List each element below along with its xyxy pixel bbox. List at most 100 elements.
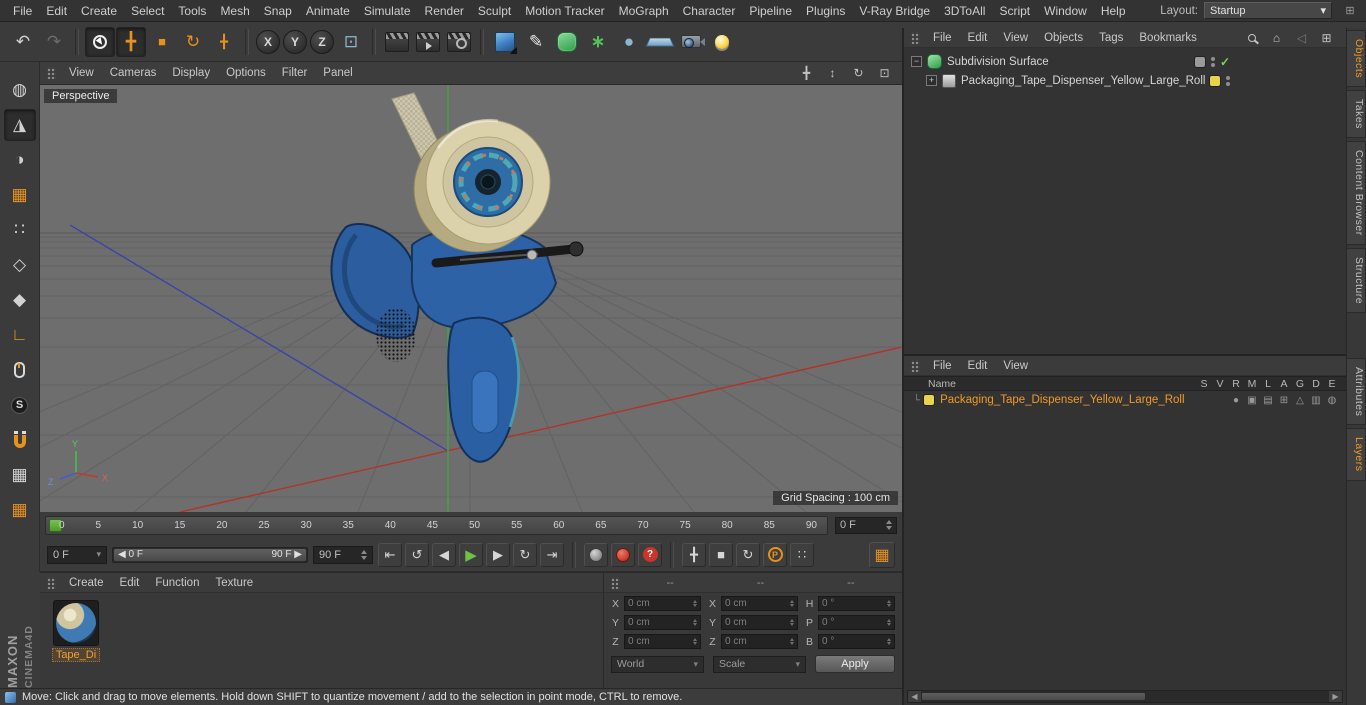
timeline-ruler[interactable]: 0 5 10 15 20 25 30 35 40 45 50 55 60 65 70 75 80 85 90 bbox=[45, 515, 828, 535]
size-field[interactable]: 0 cm bbox=[721, 634, 798, 649]
frame-counter-field[interactable]: 0 F bbox=[835, 516, 897, 534]
stepper-icon[interactable] bbox=[887, 636, 891, 647]
viewport-navigation-button[interactable]: ◍ bbox=[4, 74, 36, 106]
record-scale-button[interactable]: ■ bbox=[709, 542, 733, 567]
points-mode-button[interactable]: ∷ bbox=[4, 214, 36, 246]
workplane-mode-button[interactable]: ▦ bbox=[4, 179, 36, 211]
solo-dot-icon[interactable]: ● bbox=[1228, 395, 1244, 406]
autokeying-button[interactable]: ? bbox=[638, 542, 662, 567]
stepper-icon[interactable] bbox=[790, 617, 794, 628]
object-manager-menu-item[interactable]: Objects bbox=[1036, 30, 1091, 46]
menubar-item[interactable]: Edit bbox=[39, 2, 74, 20]
animation-toggle-icon[interactable]: ▥ bbox=[1308, 395, 1324, 406]
layer-column-header[interactable]: D bbox=[1308, 378, 1324, 390]
menubar-item[interactable]: Tools bbox=[171, 2, 213, 20]
editor-visibility-icon[interactable]: ▣ bbox=[1244, 395, 1260, 406]
menubar-item[interactable]: Sculpt bbox=[471, 2, 518, 20]
stepper-icon[interactable] bbox=[887, 598, 891, 609]
menubar-item[interactable]: Character bbox=[676, 2, 743, 20]
scroll-right-icon[interactable]: ▶ bbox=[1329, 691, 1342, 702]
layer-column-header[interactable]: G bbox=[1292, 378, 1308, 390]
edges-mode-button[interactable]: ◇ bbox=[4, 249, 36, 281]
play-button[interactable]: ▶ bbox=[459, 542, 483, 567]
stepper-icon[interactable] bbox=[693, 636, 697, 647]
menubar-item[interactable]: 3DToAll bbox=[937, 2, 992, 20]
layer-object-label[interactable]: Packaging_Tape_Dispenser_Yellow_Large_Ro… bbox=[940, 394, 1184, 406]
viewport-menu-item[interactable]: Options bbox=[218, 65, 274, 81]
object-manager-menu-item[interactable]: Bookmarks bbox=[1131, 30, 1205, 46]
render-visibility-icon[interactable]: ▤ bbox=[1260, 395, 1276, 406]
display-color-chip[interactable] bbox=[1209, 74, 1221, 87]
material-menu-item[interactable]: Texture bbox=[207, 575, 261, 591]
material-menu-item[interactable]: Function bbox=[147, 575, 207, 591]
object-row-subdivision-surface[interactable]: − Subdivision Surface ✓ bbox=[904, 52, 1346, 71]
object-row-tape-dispenser[interactable]: + Packaging_Tape_Dispenser_Yellow_Large_… bbox=[904, 71, 1346, 90]
stepper-icon[interactable] bbox=[693, 598, 697, 609]
menubar-item[interactable]: File bbox=[6, 2, 39, 20]
lock-toggle-icon[interactable]: △ bbox=[1292, 395, 1308, 406]
rotation-field[interactable]: 0 ° bbox=[818, 634, 895, 649]
keyframe-presets-button[interactable]: ▦ bbox=[869, 541, 895, 568]
current-frame-dropdown[interactable]: 0 F ▾ bbox=[47, 545, 107, 564]
menubar-item[interactable]: Render bbox=[418, 2, 471, 20]
move-tool-button[interactable]: ╋ bbox=[116, 26, 146, 57]
viewport-orbit-button[interactable]: ↻ bbox=[850, 65, 867, 82]
scale-tool-button[interactable]: ■ bbox=[147, 27, 177, 57]
lock-workplane-button[interactable]: ▦ bbox=[4, 459, 36, 491]
object-label[interactable]: Packaging_Tape_Dispenser_Yellow_Large_Ro… bbox=[961, 75, 1205, 87]
om-frame-button[interactable]: ⊞ bbox=[1318, 29, 1335, 46]
panel-grip-icon[interactable] bbox=[47, 67, 56, 79]
add-cloner-button[interactable]: ∗ bbox=[583, 27, 613, 57]
menubar-item[interactable]: Motion Tracker bbox=[518, 2, 611, 20]
add-volume-button[interactable]: ● bbox=[614, 27, 644, 57]
layer-manager-menu-item[interactable]: File bbox=[925, 358, 960, 374]
play-backwards-button[interactable]: ↺ bbox=[405, 542, 429, 567]
render-view-button[interactable] bbox=[382, 27, 412, 57]
panel-grip-icon[interactable] bbox=[611, 576, 620, 589]
layer-column-header[interactable]: R bbox=[1228, 378, 1244, 390]
transform-space-dropdown[interactable]: World ▾ bbox=[611, 655, 704, 673]
horizontal-scrollbar[interactable]: ◀ ▶ bbox=[907, 690, 1343, 703]
layer-column-header[interactable]: V bbox=[1212, 378, 1228, 390]
object-label[interactable]: Subdivision Surface bbox=[947, 56, 1049, 68]
scrollbar-thumb[interactable] bbox=[921, 692, 1146, 701]
manager-visibility-icon[interactable]: ⊞ bbox=[1276, 395, 1292, 406]
lock-x-axis-button[interactable]: X bbox=[256, 29, 280, 54]
menubar-item[interactable]: Animate bbox=[299, 2, 357, 20]
snap-settings-button[interactable]: S bbox=[4, 389, 36, 421]
tab-content-browser[interactable]: Content Browser bbox=[1347, 141, 1366, 245]
viewport-3d-view[interactable]: Y X Z bbox=[40, 85, 902, 512]
stepper-icon[interactable] bbox=[887, 617, 891, 628]
layout-grid-icon[interactable]: ⊞ bbox=[1342, 4, 1358, 17]
position-field[interactable]: 0 cm bbox=[624, 634, 701, 649]
object-manager-menu-item[interactable]: Tags bbox=[1091, 30, 1131, 46]
menubar-item[interactable]: Script bbox=[992, 2, 1037, 20]
menubar-item[interactable]: Help bbox=[1094, 2, 1133, 20]
record-rotation-button[interactable]: ↻ bbox=[736, 542, 760, 567]
tab-objects[interactable]: Objects bbox=[1347, 30, 1366, 88]
layer-column-header[interactable]: M bbox=[1244, 378, 1260, 390]
lock-z-axis-button[interactable]: Z bbox=[310, 29, 334, 54]
layer-column-header[interactable]: L bbox=[1260, 378, 1276, 390]
material-menu-item[interactable]: Create bbox=[61, 575, 112, 591]
record-position-button[interactable]: ╋ bbox=[682, 542, 706, 567]
transform-mode-dropdown[interactable]: Scale ▾ bbox=[713, 655, 806, 673]
next-frame-button[interactable]: ▶ bbox=[486, 542, 510, 567]
material-item[interactable]: Tape_Di bbox=[48, 600, 104, 662]
om-home-button[interactable]: ⌂ bbox=[1268, 29, 1285, 46]
visibility-dots[interactable] bbox=[1226, 75, 1230, 86]
menubar-item[interactable]: Plugins bbox=[799, 2, 852, 20]
menubar-item[interactable]: Pipeline bbox=[742, 2, 799, 20]
layer-row-tape-dispenser[interactable]: └ Packaging_Tape_Dispenser_Yellow_Large_… bbox=[904, 391, 1346, 409]
name-column-header[interactable]: Name bbox=[928, 378, 956, 390]
last-used-tool-button[interactable]: ╋ bbox=[209, 27, 239, 57]
layer-manager-menu-item[interactable]: Edit bbox=[960, 358, 996, 374]
rotate-tool-button[interactable]: ↻ bbox=[178, 27, 208, 57]
add-light-button[interactable] bbox=[707, 27, 737, 57]
viewport-menu-item[interactable]: View bbox=[61, 65, 102, 81]
add-camera-button[interactable] bbox=[676, 27, 706, 57]
stepper-icon[interactable] bbox=[693, 617, 697, 628]
rotation-field[interactable]: 0 ° bbox=[818, 615, 895, 630]
tab-attributes[interactable]: Attributes bbox=[1347, 358, 1366, 426]
coordinate-system-button[interactable]: ⊡ bbox=[336, 27, 366, 57]
